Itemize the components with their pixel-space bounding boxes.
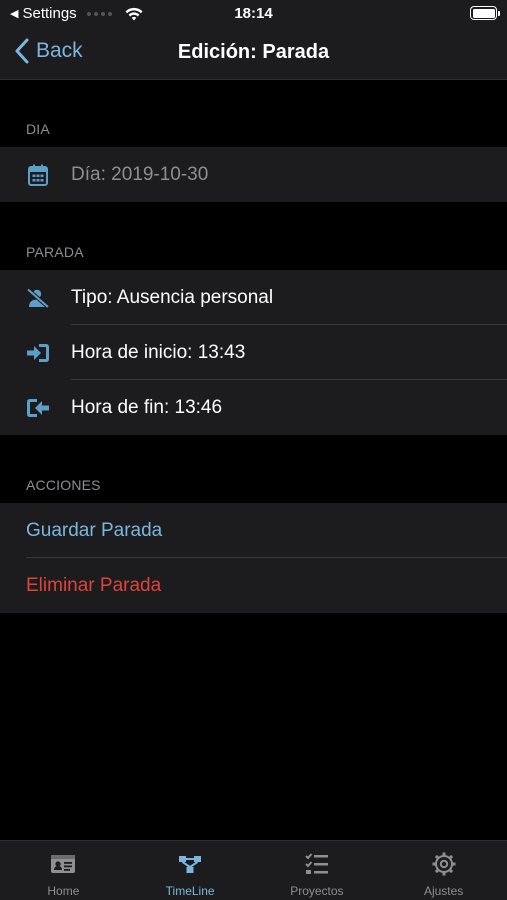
timeline-icon xyxy=(179,856,202,873)
save-stop-button[interactable]: Guardar Parada xyxy=(0,503,507,558)
tab-timeline[interactable]: TimeLine xyxy=(127,841,254,900)
battery-icon xyxy=(470,6,500,20)
sign-in-icon xyxy=(26,341,50,365)
row-tipo[interactable]: Tipo: Ausencia personal xyxy=(0,270,507,325)
save-stop-label: Guardar Parada xyxy=(26,519,163,541)
status-time: 18:14 xyxy=(234,5,273,22)
tab-bar: Home TimeLine Proyectos Ajustes xyxy=(0,840,507,900)
row-hora-fin[interactable]: Hora de fin: 13:46 xyxy=(0,380,507,435)
calendar-icon xyxy=(26,163,50,187)
row-day[interactable]: Día: 2019-10-30 xyxy=(0,147,507,202)
tab-home-label: Home xyxy=(47,884,80,898)
chevron-left-icon xyxy=(15,38,29,64)
tab-ajustes[interactable]: Ajustes xyxy=(380,841,507,900)
tab-timeline-label: TimeLine xyxy=(165,884,215,898)
section-dia: Día: 2019-10-30 xyxy=(0,147,507,202)
section-acciones: Guardar Parada Eliminar Parada xyxy=(0,503,507,613)
section-parada: Tipo: Ausencia personal Hora de inicio: … xyxy=(0,270,507,435)
id-card-icon xyxy=(51,855,76,873)
tab-home[interactable]: Home xyxy=(0,841,127,900)
section-header-acciones: ACCIONES xyxy=(26,477,101,493)
delete-stop-label: Eliminar Parada xyxy=(26,574,162,596)
status-bar: ◀ Settings 18:14 xyxy=(0,0,507,28)
row-hora-inicio[interactable]: Hora de inicio: 13:43 xyxy=(0,325,507,380)
gear-icon xyxy=(432,852,456,876)
row-day-label: Día: 2019-10-30 xyxy=(71,163,209,185)
row-hora-fin-label: Hora de fin: 13:46 xyxy=(71,396,223,418)
row-hora-inicio-label: Hora de inicio: 13:43 xyxy=(71,341,246,363)
sign-out-icon xyxy=(26,396,50,420)
user-slash-icon xyxy=(26,286,50,310)
tab-proyectos-label: Proyectos xyxy=(290,884,344,898)
back-button-label: Back xyxy=(36,39,83,62)
tasks-icon xyxy=(305,853,328,874)
section-header-dia: DIA xyxy=(26,121,50,137)
row-tipo-label: Tipo: Ausencia personal xyxy=(71,286,274,308)
section-header-parada: PARADA xyxy=(26,244,84,260)
tab-ajustes-label: Ajustes xyxy=(423,884,464,898)
delete-stop-button[interactable]: Eliminar Parada xyxy=(0,558,507,613)
navigation-bar: Back Edición: Parada xyxy=(0,28,507,80)
tab-proyectos[interactable]: Proyectos xyxy=(254,841,381,900)
back-button[interactable]: Back xyxy=(14,38,83,64)
